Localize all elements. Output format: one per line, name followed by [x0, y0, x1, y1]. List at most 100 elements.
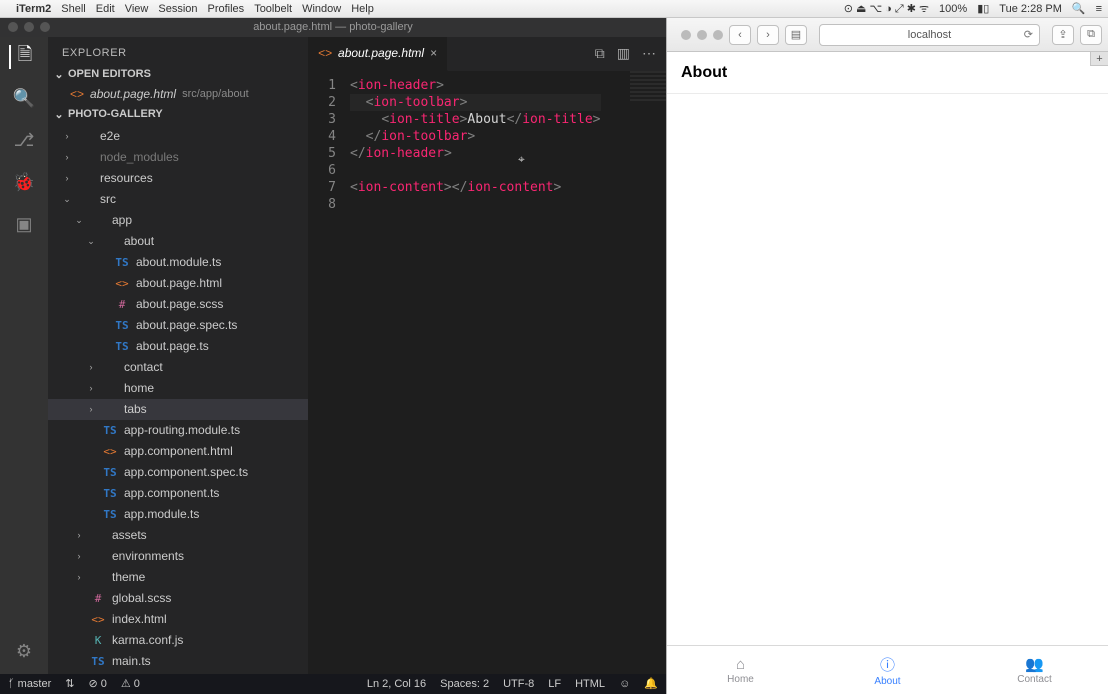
spaces[interactable]: Spaces: 2 — [440, 678, 489, 690]
tree-file[interactable]: TSapp.component.ts — [48, 483, 308, 504]
tab-about-page-html[interactable]: <> about.page.html × — [308, 37, 448, 71]
notifications-icon[interactable]: ≡ — [1096, 3, 1102, 15]
open-editors-header[interactable]: ⌄ OPEN EDITORS — [48, 65, 308, 84]
ion-content[interactable] — [667, 94, 1108, 645]
tree-folder[interactable]: ›contact — [48, 357, 308, 378]
minimap[interactable] — [630, 71, 666, 101]
close-icon[interactable] — [8, 22, 18, 32]
lang-mode[interactable]: HTML — [575, 678, 605, 690]
extensions-icon[interactable]: ▣ — [12, 213, 36, 237]
git-branch[interactable]: ᚶ master — [8, 678, 51, 690]
tree-file[interactable]: TSmain.ts — [48, 651, 308, 672]
minimize-icon[interactable] — [697, 30, 707, 40]
zoom-icon[interactable] — [40, 22, 50, 32]
vscode-titlebar[interactable]: about.page.html — photo-gallery — [0, 18, 666, 37]
tree-folder[interactable]: ›e2e — [48, 126, 308, 147]
bell-icon[interactable]: 🔔 — [644, 677, 658, 690]
menu-item[interactable]: Toolbelt — [254, 3, 292, 15]
code-line[interactable]: <ion-title>About</ion-title> — [350, 111, 601, 128]
html-file-icon: <> — [70, 87, 84, 101]
search-icon[interactable]: 🔍 — [12, 87, 36, 111]
tree-file[interactable]: TSapp.component.spec.ts — [48, 462, 308, 483]
code-line[interactable]: <ion-toolbar> — [350, 94, 601, 111]
code-line[interactable]: </ion-toolbar> — [350, 128, 601, 145]
clock[interactable]: Tue 2:28 PM — [999, 3, 1062, 15]
more-icon[interactable]: ⋯ — [642, 45, 656, 62]
menu-item[interactable]: Profiles — [208, 3, 245, 15]
code-editor[interactable]: 12345678 <ion-header> <ion-toolbar> <ion… — [308, 71, 666, 674]
tree-folder[interactable]: ⌄src — [48, 189, 308, 210]
explorer-icon[interactable]: 🗎 — [9, 45, 37, 69]
tabs-button[interactable]: ⧉ — [1080, 25, 1102, 45]
tab-icon: 👥 — [1025, 655, 1044, 673]
menu-app[interactable]: iTerm2 — [16, 3, 51, 15]
menu-item[interactable]: View — [125, 3, 149, 15]
zoom-icon[interactable] — [713, 30, 723, 40]
split-editor-icon[interactable]: ▥ — [617, 45, 630, 62]
code-line[interactable]: <ion-content></ion-content> — [350, 179, 601, 196]
open-editor-item[interactable]: <> about.page.html src/app/about — [48, 84, 308, 105]
sidebar-button[interactable]: ▤ — [785, 25, 807, 45]
tree-file[interactable]: TSapp-routing.module.ts — [48, 420, 308, 441]
tree-file[interactable]: #global.scss — [48, 588, 308, 609]
warnings-count[interactable]: ⚠ 0 — [121, 677, 140, 690]
settings-gear-icon[interactable]: ⚙ — [12, 640, 36, 664]
reload-icon[interactable]: ⟳ — [1024, 28, 1033, 41]
status-icons[interactable]: ⊙ ⏏ ⌥ ◑ ⤢ ✱ ᯤ — [844, 1, 929, 16]
eol[interactable]: LF — [548, 678, 561, 690]
feedback-icon[interactable]: ☺ — [619, 678, 630, 690]
back-button[interactable]: ‹ — [729, 25, 751, 45]
chevron-icon: › — [74, 530, 84, 540]
tree-folder[interactable]: ›home — [48, 378, 308, 399]
debug-icon[interactable]: 🐞 — [12, 171, 36, 195]
menu-item[interactable]: Help — [351, 3, 374, 15]
tree-file[interactable]: TSabout.page.spec.ts — [48, 315, 308, 336]
git-sync-icon[interactable]: ⇅ — [65, 677, 74, 690]
code-line[interactable]: <ion-header> — [350, 77, 601, 94]
menu-item[interactable]: Window — [302, 3, 341, 15]
file-icon: # — [90, 592, 106, 605]
code-line[interactable] — [350, 162, 601, 179]
ion-tab-contact[interactable]: 👥Contact — [961, 646, 1108, 694]
share-button[interactable]: ⇪ — [1052, 25, 1074, 45]
forward-button[interactable]: › — [757, 25, 779, 45]
errors-count[interactable]: ⊘ 0 — [89, 677, 107, 690]
spotlight-icon[interactable]: 🔍 — [1072, 2, 1086, 15]
project-header[interactable]: ⌄ PHOTO-GALLERY — [48, 105, 308, 124]
tree-folder[interactable]: ›assets — [48, 525, 308, 546]
tree-file[interactable]: Kkarma.conf.js — [48, 630, 308, 651]
close-icon[interactable] — [681, 30, 691, 40]
menu-item[interactable]: Shell — [61, 3, 85, 15]
url-field[interactable]: localhost ⟳ — [819, 24, 1040, 46]
tree-folder[interactable]: ⌄app — [48, 210, 308, 231]
ion-tab-home[interactable]: ⌂Home — [667, 646, 814, 694]
tree-file[interactable]: TSabout.page.ts — [48, 336, 308, 357]
traffic-lights[interactable] — [673, 30, 723, 40]
minimize-icon[interactable] — [24, 22, 34, 32]
tree-folder[interactable]: ⌄about — [48, 231, 308, 252]
tree-folder[interactable]: ›theme — [48, 567, 308, 588]
diff-icon[interactable]: ⧉ — [595, 45, 605, 62]
menu-item[interactable]: Edit — [96, 3, 115, 15]
code-line[interactable]: </ion-header> — [350, 145, 601, 162]
code-line[interactable] — [350, 196, 601, 213]
vscode-window: about.page.html — photo-gallery 🗎 🔍 ⎇ 🐞 … — [0, 18, 666, 694]
close-tab-icon[interactable]: × — [430, 46, 437, 60]
git-icon[interactable]: ⎇ — [12, 129, 36, 153]
tree-folder[interactable]: ›environments — [48, 546, 308, 567]
tree-folder[interactable]: ›tabs — [48, 399, 308, 420]
tree-file[interactable]: #about.page.scss — [48, 294, 308, 315]
ln-col[interactable]: Ln 2, Col 16 — [367, 678, 426, 690]
ion-tab-about[interactable]: ⓘAbout — [814, 646, 961, 694]
tree-file[interactable]: <>app.component.html — [48, 441, 308, 462]
tree-file[interactable]: <>index.html — [48, 609, 308, 630]
menu-item[interactable]: Session — [158, 3, 197, 15]
tree-folder[interactable]: ›resources — [48, 168, 308, 189]
tree-file[interactable]: <>about.page.html — [48, 273, 308, 294]
new-tab-button[interactable]: + — [1090, 52, 1108, 66]
tree-file[interactable]: TSabout.module.ts — [48, 252, 308, 273]
traffic-lights[interactable] — [0, 22, 50, 32]
encoding[interactable]: UTF-8 — [503, 678, 534, 690]
tree-folder[interactable]: ›node_modules — [48, 147, 308, 168]
tree-file[interactable]: TSapp.module.ts — [48, 504, 308, 525]
